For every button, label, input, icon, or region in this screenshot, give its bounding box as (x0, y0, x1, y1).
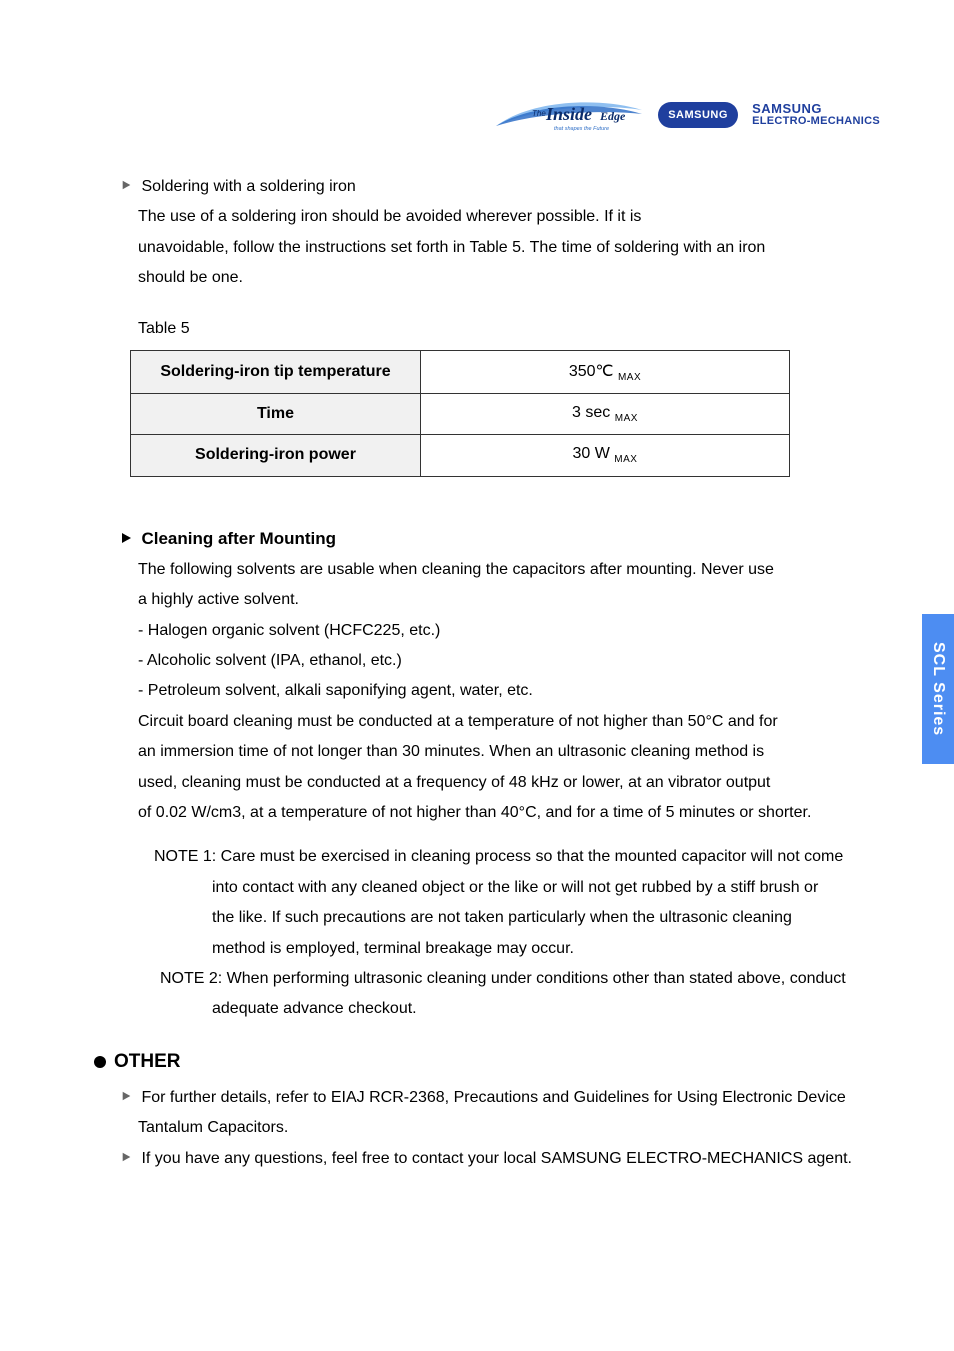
soldering-heading-row: Soldering with a soldering iron (94, 172, 880, 202)
samsung-pill-logo: SAMSUNG (658, 102, 738, 128)
table-value: 30 W MAX (420, 435, 789, 476)
inside-edge-swoosh-icon: The Inside Edge that shapes the Future (494, 92, 644, 138)
document-content: Soldering with a soldering iron The use … (94, 172, 880, 1174)
table-val-sub: MAX (614, 455, 637, 466)
inside-edge-logo: The Inside Edge that shapes the Future (494, 92, 644, 138)
cleaning-p2a: Circuit board cleaning must be conducted… (94, 707, 880, 737)
soldering-para-1a: The use of a soldering iron should be av… (94, 202, 880, 232)
inside-edge-main: Inside (545, 104, 592, 124)
table-label: Time (131, 394, 421, 435)
table-val-unit: ℃ (596, 363, 614, 380)
cleaning-heading: Cleaning after Mounting (141, 529, 336, 548)
samsung-electro-mechanics-logo: SAMSUNG ELECTRO-MECHANICS (752, 102, 880, 127)
soldering-para-1b: unavoidable, follow the instructions set… (94, 233, 880, 263)
other-bullet2: If you have any questions, feel free to … (141, 1150, 852, 1167)
table-val-sub: MAX (615, 413, 638, 424)
table-row: Soldering-iron power 30 W MAX (131, 435, 790, 476)
table-value: 3 sec MAX (420, 394, 789, 435)
table-caption: Table 5 (94, 314, 880, 344)
cleaning-p2b: an immersion time of not longer than 30 … (94, 737, 880, 767)
circle-bullet-icon (94, 1056, 106, 1068)
other-bullet1a: For further details, refer to EIAJ RCR-2… (141, 1089, 845, 1106)
other-bullet2-row: If you have any questions, feel free to … (94, 1144, 880, 1174)
triangle-bullet-icon (123, 1092, 131, 1101)
cleaning-p1a: The following solvents are usable when c… (94, 555, 880, 585)
cleaning-heading-row: Cleaning after Mounting (94, 523, 880, 555)
cleaning-note2a: NOTE 2: When performing ultrasonic clean… (94, 964, 880, 994)
page: The Inside Edge that shapes the Future S… (0, 0, 954, 1351)
soldering-heading: Soldering with a soldering iron (141, 178, 355, 195)
cleaning-note1d: method is employed, terminal breakage ma… (94, 934, 880, 964)
cleaning-note1a: NOTE 1: Care must be exercised in cleani… (94, 842, 880, 872)
cleaning-note1b: into contact with any cleaned object or … (94, 873, 880, 903)
soldering-spec-table: Soldering-iron tip temperature 350℃ MAX … (130, 350, 790, 477)
triangle-bullet-icon (122, 533, 131, 543)
table-value: 350℃ MAX (420, 350, 789, 393)
table-val-sub: MAX (618, 372, 641, 383)
header-logos: The Inside Edge that shapes the Future S… (494, 92, 880, 138)
cleaning-b3: - Petroleum solvent, alkali saponifying … (94, 676, 880, 706)
other-bullet1a-row: For further details, refer to EIAJ RCR-2… (94, 1083, 880, 1113)
series-side-tab: SCL Series (922, 614, 954, 764)
table-row: Soldering-iron tip temperature 350℃ MAX (131, 350, 790, 393)
inside-edge-tagline: that shapes the Future (554, 126, 609, 132)
sem-line1: SAMSUNG (752, 102, 880, 116)
inside-edge-suffix: Edge (599, 109, 626, 123)
triangle-bullet-icon (123, 1152, 131, 1161)
soldering-para-1c: should be one. (94, 263, 880, 293)
cleaning-note1c: the like. If such precautions are not ta… (94, 903, 880, 933)
table-row: Time 3 sec MAX (131, 394, 790, 435)
table-val-num: 3 sec (572, 404, 610, 421)
cleaning-note2b: adequate advance checkout. (94, 994, 880, 1024)
triangle-bullet-icon (123, 181, 131, 190)
table-label: Soldering-iron tip temperature (131, 350, 421, 393)
cleaning-p1b: a highly active solvent. (94, 585, 880, 615)
other-bullet1b: Tantalum Capacitors. (94, 1113, 880, 1143)
cleaning-p2d: of 0.02 W/cm3, at a temperature of not h… (94, 798, 880, 828)
cleaning-p2c: used, cleaning must be conducted at a fr… (94, 768, 880, 798)
other-heading: OTHER (114, 1051, 181, 1073)
table-val-num: 350 (569, 363, 596, 380)
cleaning-b2: - Alcoholic solvent (IPA, ethanol, etc.) (94, 646, 880, 676)
table-label: Soldering-iron power (131, 435, 421, 476)
other-heading-row: OTHER (94, 1051, 880, 1073)
inside-edge-prefix: The (532, 109, 546, 118)
cleaning-b1: - Halogen organic solvent (HCFC225, etc.… (94, 616, 880, 646)
sem-line2: ELECTRO-MECHANICS (752, 116, 880, 128)
table-val-num: 30 W (572, 445, 609, 462)
